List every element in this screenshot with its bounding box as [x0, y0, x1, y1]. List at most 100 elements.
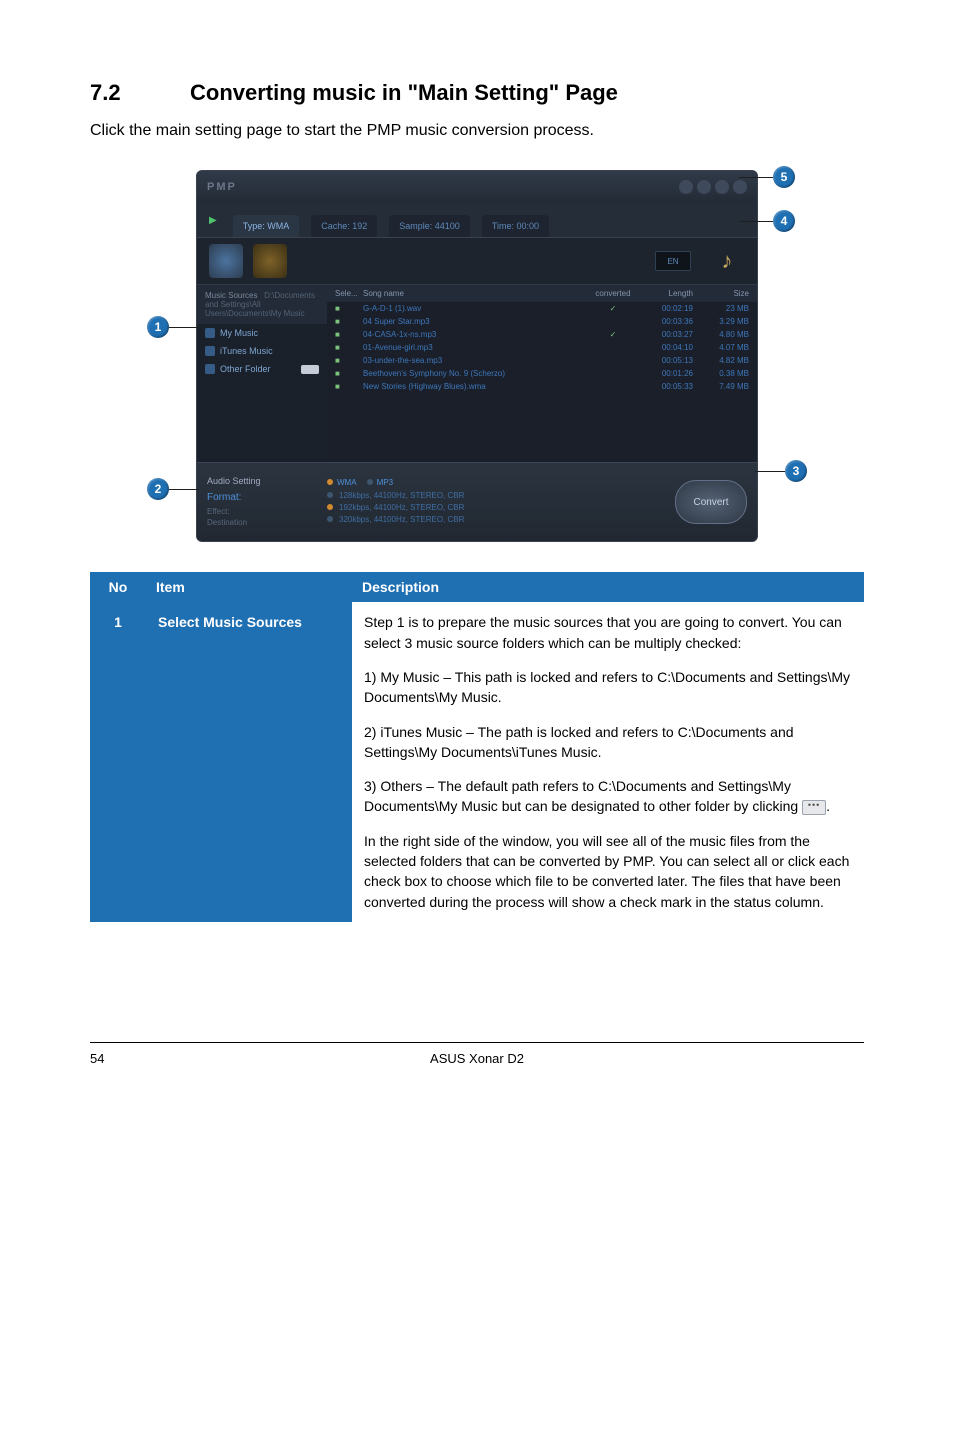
radio-icon[interactable] [327, 504, 333, 510]
radio-icon[interactable] [327, 492, 333, 498]
song-name: 04 Super Star.mp3 [363, 317, 588, 326]
song-size: 0.38 MB [693, 369, 749, 378]
col-no: No [91, 573, 146, 602]
song-name: New Stories (Highway Blues).wma [363, 382, 588, 391]
checkbox-icon[interactable] [205, 346, 215, 356]
col-item: Item [146, 573, 352, 602]
language-selector[interactable]: EN [655, 251, 691, 271]
checkbox-icon[interactable] [205, 328, 215, 338]
sidebar-item-label: My Music [220, 328, 258, 338]
table-row[interactable]: ■04-CASA-1x-ns.mp3✓00:03:274.80 MB [327, 328, 757, 341]
tab-sample[interactable]: Sample: 44100 [389, 215, 470, 237]
song-name: G-A-D-1 (1).wav [363, 304, 588, 313]
checkbox-icon[interactable] [205, 364, 215, 374]
close-icon[interactable] [733, 180, 747, 194]
radio-icon[interactable] [327, 479, 333, 485]
quality-option[interactable]: 128kbps, 44100Hz, STEREO, CBR [327, 491, 675, 500]
sidebar-item-label: iTunes Music [220, 346, 273, 356]
checkbox-icon[interactable]: ■ [335, 343, 363, 352]
device-icon[interactable] [253, 244, 287, 278]
tab-time[interactable]: Time: 00:00 [482, 215, 549, 237]
song-size: 23 MB [693, 304, 749, 313]
row-item: Select Music Sources [146, 602, 352, 922]
converted-status [588, 356, 638, 365]
song-name: 03-under-the-sea.mp3 [363, 356, 588, 365]
callout-1: 1 [147, 316, 169, 338]
format-label: Format: [207, 492, 327, 503]
song-length: 00:01:26 [638, 369, 693, 378]
intro-text: Click the main setting page to start the… [90, 120, 864, 142]
sidebar-item-mymusic[interactable]: My Music [197, 324, 327, 342]
browse-button[interactable] [301, 365, 319, 374]
checkbox-icon[interactable]: ■ [335, 330, 363, 339]
song-size: 4.82 MB [693, 356, 749, 365]
converted-status [588, 369, 638, 378]
avatar-icon: ♪ [709, 243, 745, 279]
callout-4: 4 [773, 210, 795, 232]
quality-option[interactable]: 320kbps, 44100Hz, STEREO, CBR [327, 515, 675, 524]
callout-2: 2 [147, 478, 169, 500]
sidebar-header: Music Sources D:\Documents and Settings\… [197, 285, 327, 324]
radio-icon[interactable] [327, 516, 333, 522]
song-size: 4.80 MB [693, 330, 749, 339]
callout-lead [739, 177, 773, 178]
song-length: 00:04:10 [638, 343, 693, 352]
tab-cache[interactable]: Cache: 192 [311, 215, 377, 237]
table-row[interactable]: ■01-Avenue-girl.mp300:04:104.07 MB [327, 341, 757, 354]
settings-icon[interactable] [715, 180, 729, 194]
minimize-icon[interactable] [679, 180, 693, 194]
callout-lead [169, 489, 199, 490]
app-logo: PMP [207, 181, 237, 193]
song-length: 00:05:13 [638, 356, 693, 365]
converted-status [588, 343, 638, 352]
converted-status [588, 382, 638, 391]
page-number: 54 [90, 1051, 130, 1066]
checkbox-icon[interactable]: ■ [335, 356, 363, 365]
quality-option[interactable]: 192kbps, 44100Hz, STEREO, CBR [327, 503, 675, 512]
song-length: 00:03:27 [638, 330, 693, 339]
song-size: 3.29 MB [693, 317, 749, 326]
col-description: Description [352, 573, 864, 602]
callout-5: 5 [773, 166, 795, 188]
play-icon[interactable]: ▶ [209, 215, 217, 226]
radio-label[interactable]: WMA [337, 478, 357, 487]
checkbox-icon[interactable]: ■ [335, 317, 363, 326]
song-length: 00:03:36 [638, 317, 693, 326]
table-row[interactable]: ■New Stories (Highway Blues).wma00:05:33… [327, 380, 757, 393]
destination-label: Destination [207, 518, 327, 527]
callout-lead [755, 471, 785, 472]
effect-label: Effect: [207, 507, 327, 516]
song-name: Beethoven's Symphony No. 9 (Scherzo) [363, 369, 588, 378]
help-icon[interactable] [697, 180, 711, 194]
browse-icon [802, 800, 826, 815]
row-number: 1 [91, 602, 146, 922]
converted-status [588, 317, 638, 326]
description-table: No Item Description 1 Select Music Sourc… [90, 572, 864, 922]
callout-lead [739, 221, 773, 222]
row-description: Step 1 is to prepare the music sources t… [352, 602, 864, 922]
convert-button[interactable]: Convert [675, 480, 747, 524]
main-setting-icon[interactable] [209, 244, 243, 278]
section-title: Converting music in "Main Setting" Page [190, 80, 618, 106]
table-row[interactable]: ■Beethoven's Symphony No. 9 (Scherzo) 00:… [327, 367, 757, 380]
tab-type[interactable]: Type: WMA [233, 215, 300, 237]
radio-icon[interactable] [367, 479, 373, 485]
checkbox-icon[interactable]: ■ [335, 304, 363, 313]
song-length: 00:02:19 [638, 304, 693, 313]
table-row[interactable]: ■G-A-D-1 (1).wav✓00:02:1923 MB [327, 302, 757, 315]
checkbox-icon[interactable]: ■ [335, 382, 363, 391]
section-number: 7.2 [90, 80, 190, 106]
song-name: 04-CASA-1x-ns.mp3 [363, 330, 588, 339]
list-header: Sele... Song name converted Length Size [327, 285, 757, 302]
converted-status: ✓ [588, 330, 638, 339]
audio-setting-label: Audio Setting [207, 476, 327, 486]
checkbox-icon[interactable]: ■ [335, 369, 363, 378]
table-row[interactable]: ■04 Super Star.mp3 00:03:363.29 MB [327, 315, 757, 328]
radio-label[interactable]: MP3 [377, 478, 393, 487]
sidebar-item-itunes[interactable]: iTunes Music [197, 342, 327, 360]
song-name: 01-Avenue-girl.mp3 [363, 343, 588, 352]
table-row[interactable]: ■03-under-the-sea.mp3 00:05:134.82 MB [327, 354, 757, 367]
sidebar-item-label: Other Folder [220, 364, 271, 374]
sidebar-item-other[interactable]: Other Folder [197, 360, 327, 378]
converted-status: ✓ [588, 304, 638, 313]
